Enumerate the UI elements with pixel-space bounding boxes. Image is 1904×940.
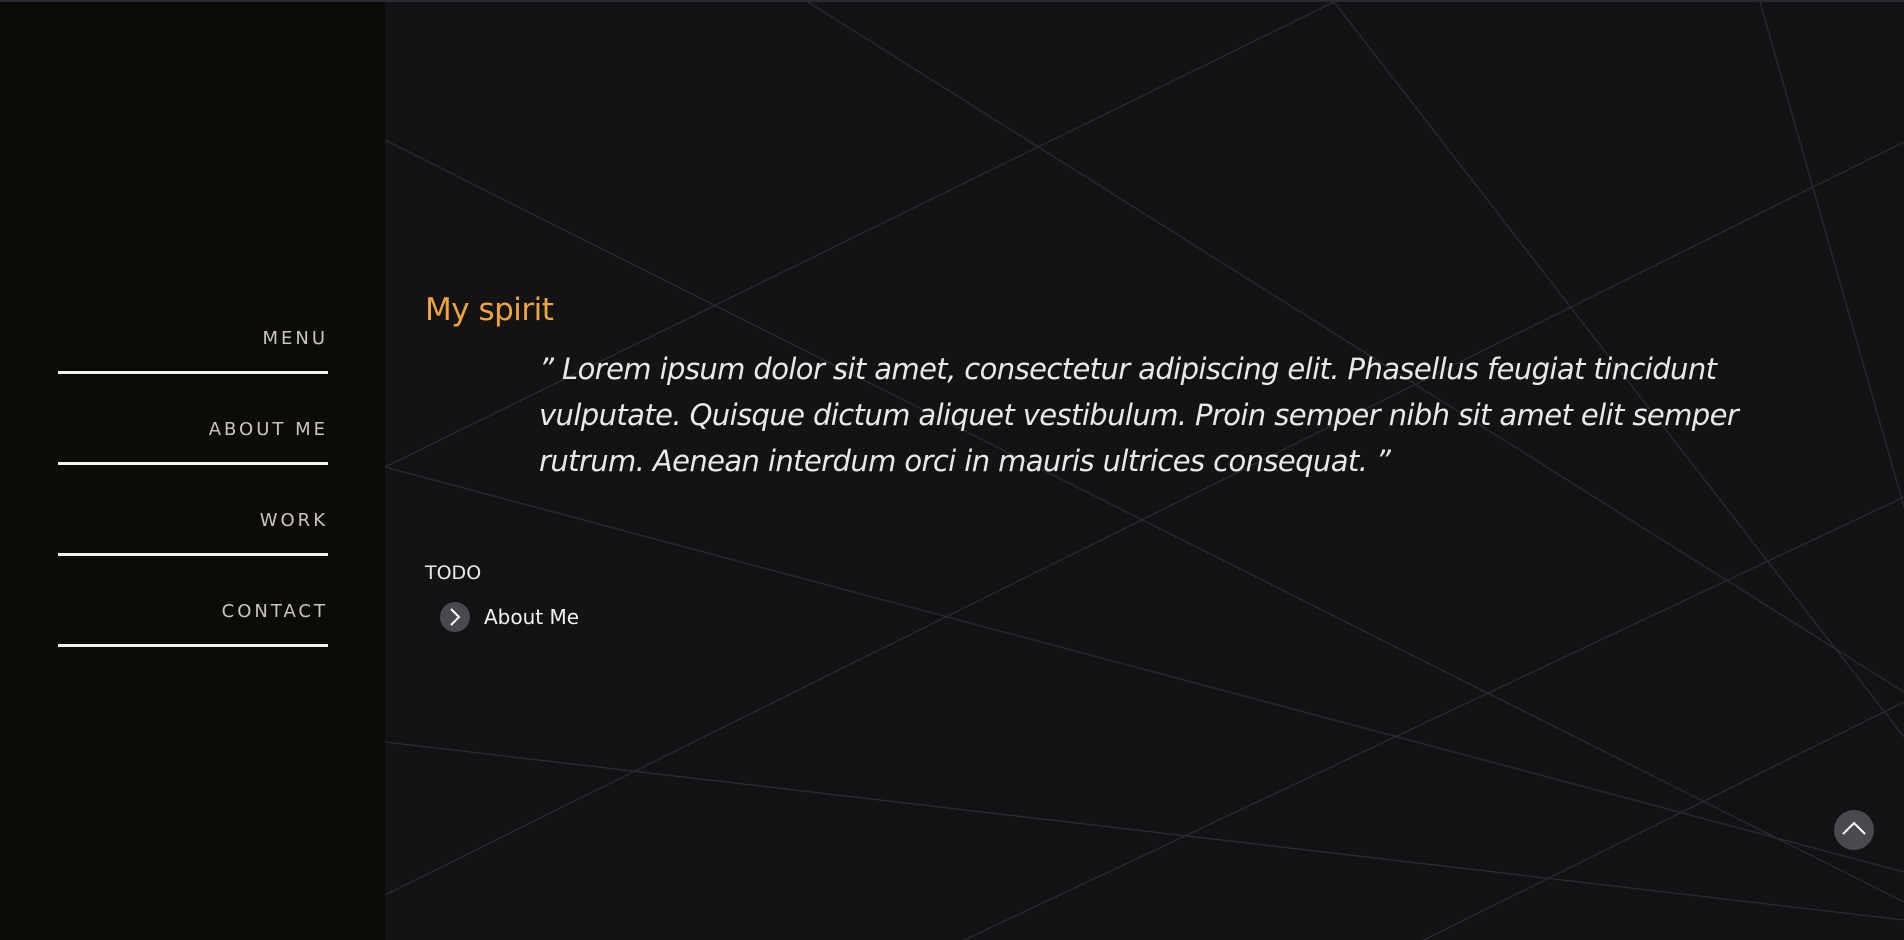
sidebar-item-label: CONTACT (221, 601, 328, 622)
quote-text: ” Lorem ipsum dolor sit amet, consectetu… (539, 352, 1739, 478)
main-content: My spirit ” Lorem ipsum dolor sit amet, … (425, 292, 1825, 632)
chevron-right-icon (440, 602, 470, 632)
sidebar-item-about-me[interactable]: ABOUT ME (58, 409, 328, 500)
nav-underline (58, 553, 328, 556)
nav-underline (58, 371, 328, 374)
page-title: My spirit (425, 292, 554, 328)
about-me-link[interactable]: About Me (440, 602, 1825, 632)
page: MENU ABOUT ME WORK CONTACT My spirit ” L… (0, 0, 1904, 940)
sidebar-nav: MENU ABOUT ME WORK CONTACT (58, 318, 328, 682)
sidebar: MENU ABOUT ME WORK CONTACT (0, 2, 385, 940)
sidebar-item-contact[interactable]: CONTACT (58, 591, 328, 682)
chevron-up-icon (1840, 819, 1868, 841)
about-me-link-label: About Me (484, 605, 580, 629)
sidebar-item-label: WORK (259, 510, 328, 531)
nav-underline (58, 644, 328, 647)
todo-heading: TODO (425, 562, 482, 584)
sidebar-item-menu[interactable]: MENU (58, 318, 328, 409)
scroll-top-button[interactable] (1834, 810, 1874, 850)
sidebar-item-label: ABOUT ME (208, 419, 328, 440)
sidebar-item-label: MENU (262, 328, 328, 349)
sidebar-item-work[interactable]: WORK (58, 500, 328, 591)
nav-underline (58, 462, 328, 465)
